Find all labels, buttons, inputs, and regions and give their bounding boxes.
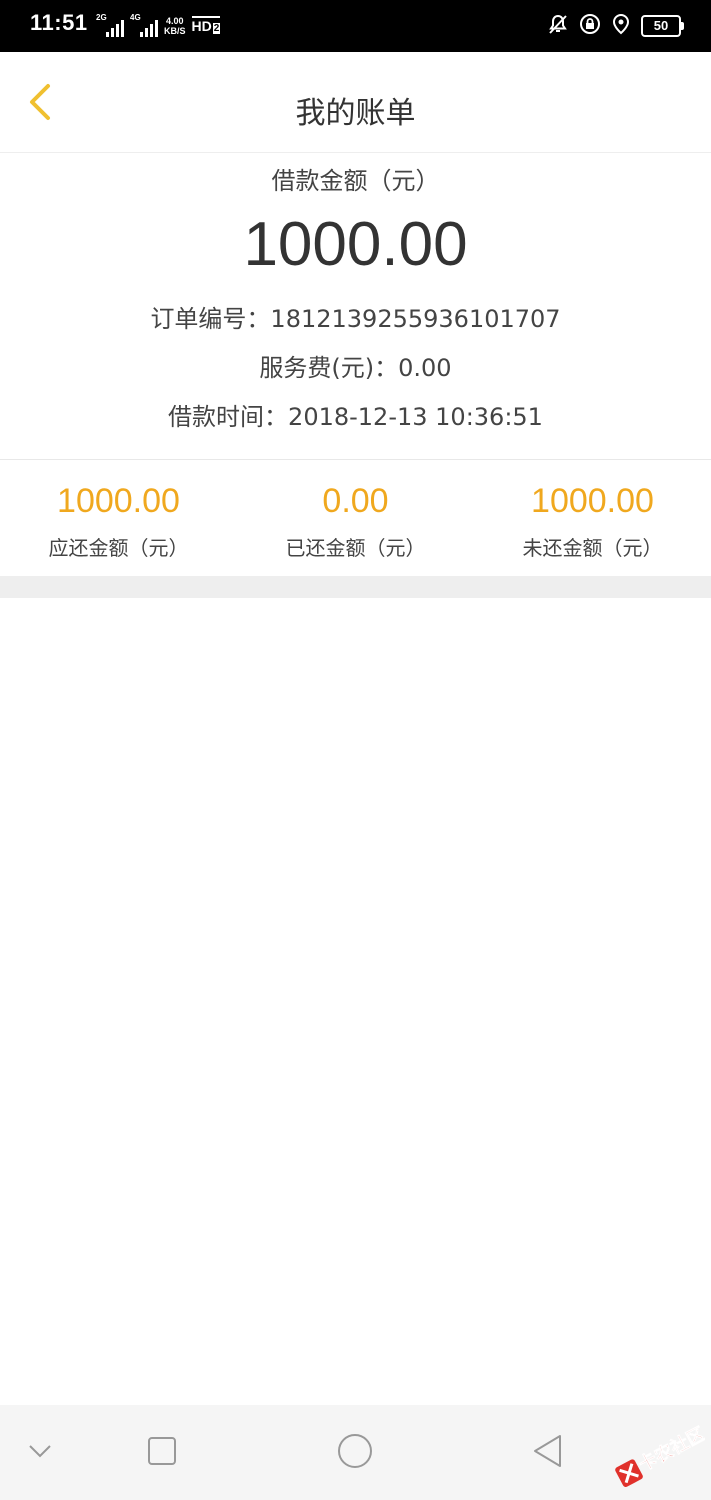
service-fee: 服务费(元)：0.00 xyxy=(259,354,452,382)
hd-index: 2 xyxy=(212,23,221,34)
mute-bell-icon xyxy=(547,13,569,39)
stat-outstanding-value: 1000.00 xyxy=(531,482,654,520)
stat-due-value: 1000.00 xyxy=(57,482,180,520)
sim2-signal-icon: 4G xyxy=(130,13,158,37)
order-number: 订单编号：1812139255936101707 xyxy=(150,305,561,333)
repayment-stats: 1000.00 应还金额（元） 0.00 已还金额（元） 1000.00 未还金… xyxy=(0,460,711,576)
square-icon xyxy=(146,1435,178,1471)
stat-outstanding: 1000.00 未还金额（元） xyxy=(474,460,711,576)
nav-home-button[interactable] xyxy=(327,1425,383,1481)
watermark-text: 卡农社区 xyxy=(635,1423,705,1476)
loan-amount: 1000.00 xyxy=(243,210,468,279)
sim1-signal-icon: 2G xyxy=(96,13,124,37)
hd-label: HD xyxy=(191,18,212,34)
rotation-lock-icon xyxy=(579,13,601,39)
network-speed: 4.00 KB/S xyxy=(164,16,186,36)
status-left-icons: 2G 4G 4.00 KB/S HD 2 xyxy=(96,8,221,44)
nav-recents-button[interactable] xyxy=(134,1425,190,1481)
page-header: 我的账单 xyxy=(0,52,711,153)
chevron-down-icon xyxy=(27,1443,53,1463)
location-icon xyxy=(611,13,631,39)
stat-repaid-value: 0.00 xyxy=(322,482,389,520)
page-title: 我的账单 xyxy=(295,96,416,131)
stat-outstanding-label: 未还金额（元） xyxy=(522,536,663,560)
battery-indicator: 50 xyxy=(641,15,684,37)
loan-summary: 借款金额（元） 1000.00 订单编号：1812139255936101707… xyxy=(0,153,711,460)
stat-due: 1000.00 应还金额（元） xyxy=(0,460,237,576)
borrow-time: 借款时间：2018-12-13 10:36:51 xyxy=(168,403,543,431)
hd-voice-icon: HD 2 xyxy=(191,16,221,36)
network-speed-unit: KB/S xyxy=(164,26,186,36)
status-time: 11:51 xyxy=(30,10,88,35)
triangle-left-icon xyxy=(531,1433,565,1473)
status-bar: 11:51 2G 4G 4.00 KB/S HD 2 50 xyxy=(0,0,711,52)
watermark-logo: 卡农社区 xyxy=(601,1408,709,1488)
stat-repaid-label: 已还金额（元） xyxy=(285,536,426,560)
status-right-icons: 50 xyxy=(547,12,684,40)
section-gap xyxy=(0,576,711,598)
loan-amount-label: 借款金额（元） xyxy=(271,167,440,195)
circle-icon xyxy=(336,1432,374,1474)
stat-repaid: 0.00 已还金额（元） xyxy=(237,460,474,576)
nav-hide-button[interactable] xyxy=(12,1425,68,1481)
stat-due-label: 应还金额（元） xyxy=(48,536,189,560)
network-speed-value: 4.00 xyxy=(165,16,184,26)
nav-back-button[interactable] xyxy=(520,1425,576,1481)
